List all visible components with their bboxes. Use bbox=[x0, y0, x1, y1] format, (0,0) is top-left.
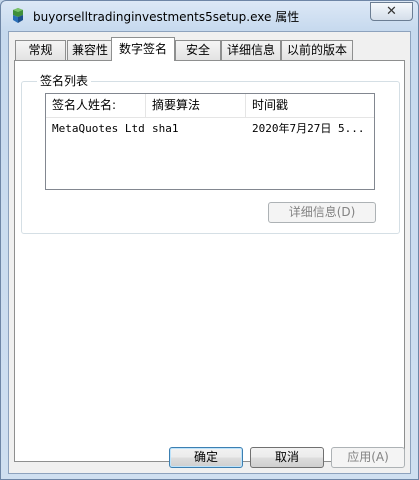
signature-list-view[interactable]: 签名人姓名: 摘要算法 时间戳 MetaQuotes Ltd. sha1 202… bbox=[45, 93, 375, 190]
header-divider bbox=[46, 117, 374, 118]
tab-previous-versions[interactable]: 以前的版本 bbox=[281, 40, 353, 60]
tab-details[interactable]: 详细信息 bbox=[221, 40, 281, 60]
title-bar[interactable]: buyorselltradinginvestments5setup.exe 属性… bbox=[1, 1, 418, 31]
tab-compatibility[interactable]: 兼容性 bbox=[67, 40, 113, 60]
cancel-button[interactable]: 取消 bbox=[250, 447, 324, 468]
signature-list-label: 签名列表 bbox=[37, 72, 92, 89]
close-icon: ✕ bbox=[386, 4, 397, 19]
tab-security[interactable]: 安全 bbox=[175, 40, 221, 60]
close-button[interactable]: ✕ bbox=[370, 2, 413, 21]
tab-general[interactable]: 常规 bbox=[15, 40, 66, 60]
ok-button[interactable]: 确定 bbox=[169, 447, 243, 468]
digest-cell: sha1 bbox=[152, 122, 179, 135]
column-header-signer[interactable]: 签名人姓名: bbox=[46, 94, 146, 117]
timestamp-cell: 2020年7月27日 5... bbox=[252, 122, 365, 135]
installer-app-icon bbox=[10, 7, 26, 25]
column-header-timestamp[interactable]: 时间戳 bbox=[246, 94, 374, 117]
signer-cell: MetaQuotes Ltd. bbox=[52, 122, 146, 135]
window-title: buyorselltradinginvestments5setup.exe 属性 bbox=[33, 10, 300, 24]
table-row[interactable]: MetaQuotes Ltd. sha1 2020年7月27日 5... bbox=[46, 120, 374, 138]
column-header-digest[interactable]: 摘要算法 bbox=[146, 94, 246, 117]
apply-button[interactable]: 应用(A) bbox=[331, 447, 405, 468]
signature-details-button[interactable]: 详细信息(D) bbox=[268, 202, 376, 223]
properties-window: buyorselltradinginvestments5setup.exe 属性… bbox=[0, 0, 419, 480]
tab-digital-signatures[interactable]: 数字签名 bbox=[111, 37, 175, 61]
